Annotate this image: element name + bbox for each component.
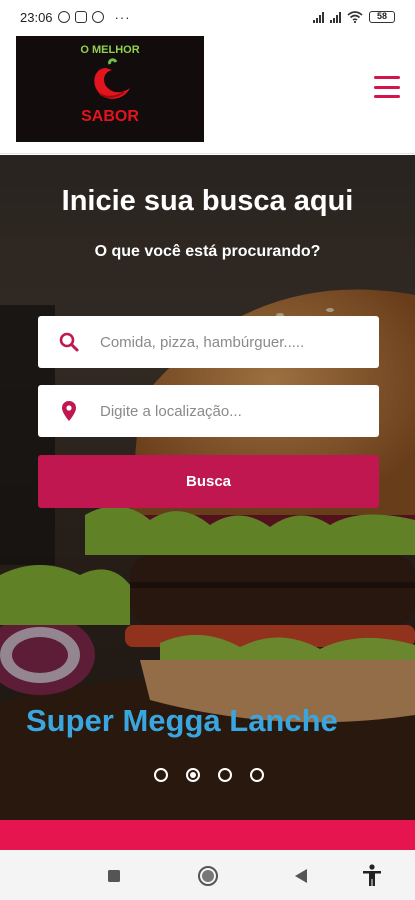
status-bar: 23:06 ··· 58 (0, 0, 415, 34)
location-input[interactable] (100, 402, 360, 420)
instagram-icon (74, 11, 87, 23)
slide-caption: Super Megga Lanche (26, 703, 338, 738)
triangle-back-icon[interactable] (289, 864, 313, 888)
hero-title: Inicie sua busca aqui (61, 185, 354, 217)
carousel-dot-2-active[interactable] (186, 768, 200, 782)
battery-icon: 58 (369, 11, 395, 23)
search-input[interactable] (100, 333, 360, 351)
menu-line (374, 85, 400, 89)
logo-top-text: O MELHOR (80, 44, 140, 56)
system-nav-bar (0, 850, 415, 900)
menu-line (374, 95, 400, 98)
hamburger-menu-icon[interactable] (374, 76, 400, 98)
site-header: O MELHOR SABOR (0, 34, 415, 154)
carousel-dot-4[interactable] (250, 768, 264, 782)
status-time: 23:06 (20, 9, 53, 25)
signal-icon-2 (330, 11, 341, 23)
status-right: 58 (313, 11, 395, 23)
carousel-dots (0, 768, 415, 782)
carousel-dot-3[interactable] (218, 768, 232, 782)
notification-icon (57, 11, 70, 23)
chili-pepper-icon (94, 58, 130, 99)
location-field[interactable] (38, 385, 379, 437)
hero-subtitle: O que você está procurando? (94, 243, 321, 260)
circle-home-icon[interactable] (196, 864, 220, 888)
whatsapp-icon (91, 11, 104, 23)
menu-line (374, 76, 400, 79)
carousel-dot-1[interactable] (154, 768, 168, 782)
logo-bottom-text: SABOR (81, 108, 139, 125)
hero-banner: Inicie sua busca aqui O que você está pr… (0, 155, 415, 820)
map-pin-icon (38, 401, 100, 421)
wifi-icon (347, 11, 363, 23)
status-left: 23:06 ··· (20, 10, 131, 25)
search-icon (38, 332, 100, 352)
search-field[interactable] (38, 316, 379, 368)
more-notifications-icon: ··· (114, 9, 131, 25)
signal-icon (313, 11, 324, 23)
logo[interactable]: O MELHOR SABOR (16, 36, 204, 142)
search-button[interactable]: Busca (38, 455, 379, 508)
footer-strip (0, 820, 415, 850)
square-recents-icon[interactable] (102, 864, 126, 888)
accessibility-icon[interactable] (360, 864, 384, 888)
